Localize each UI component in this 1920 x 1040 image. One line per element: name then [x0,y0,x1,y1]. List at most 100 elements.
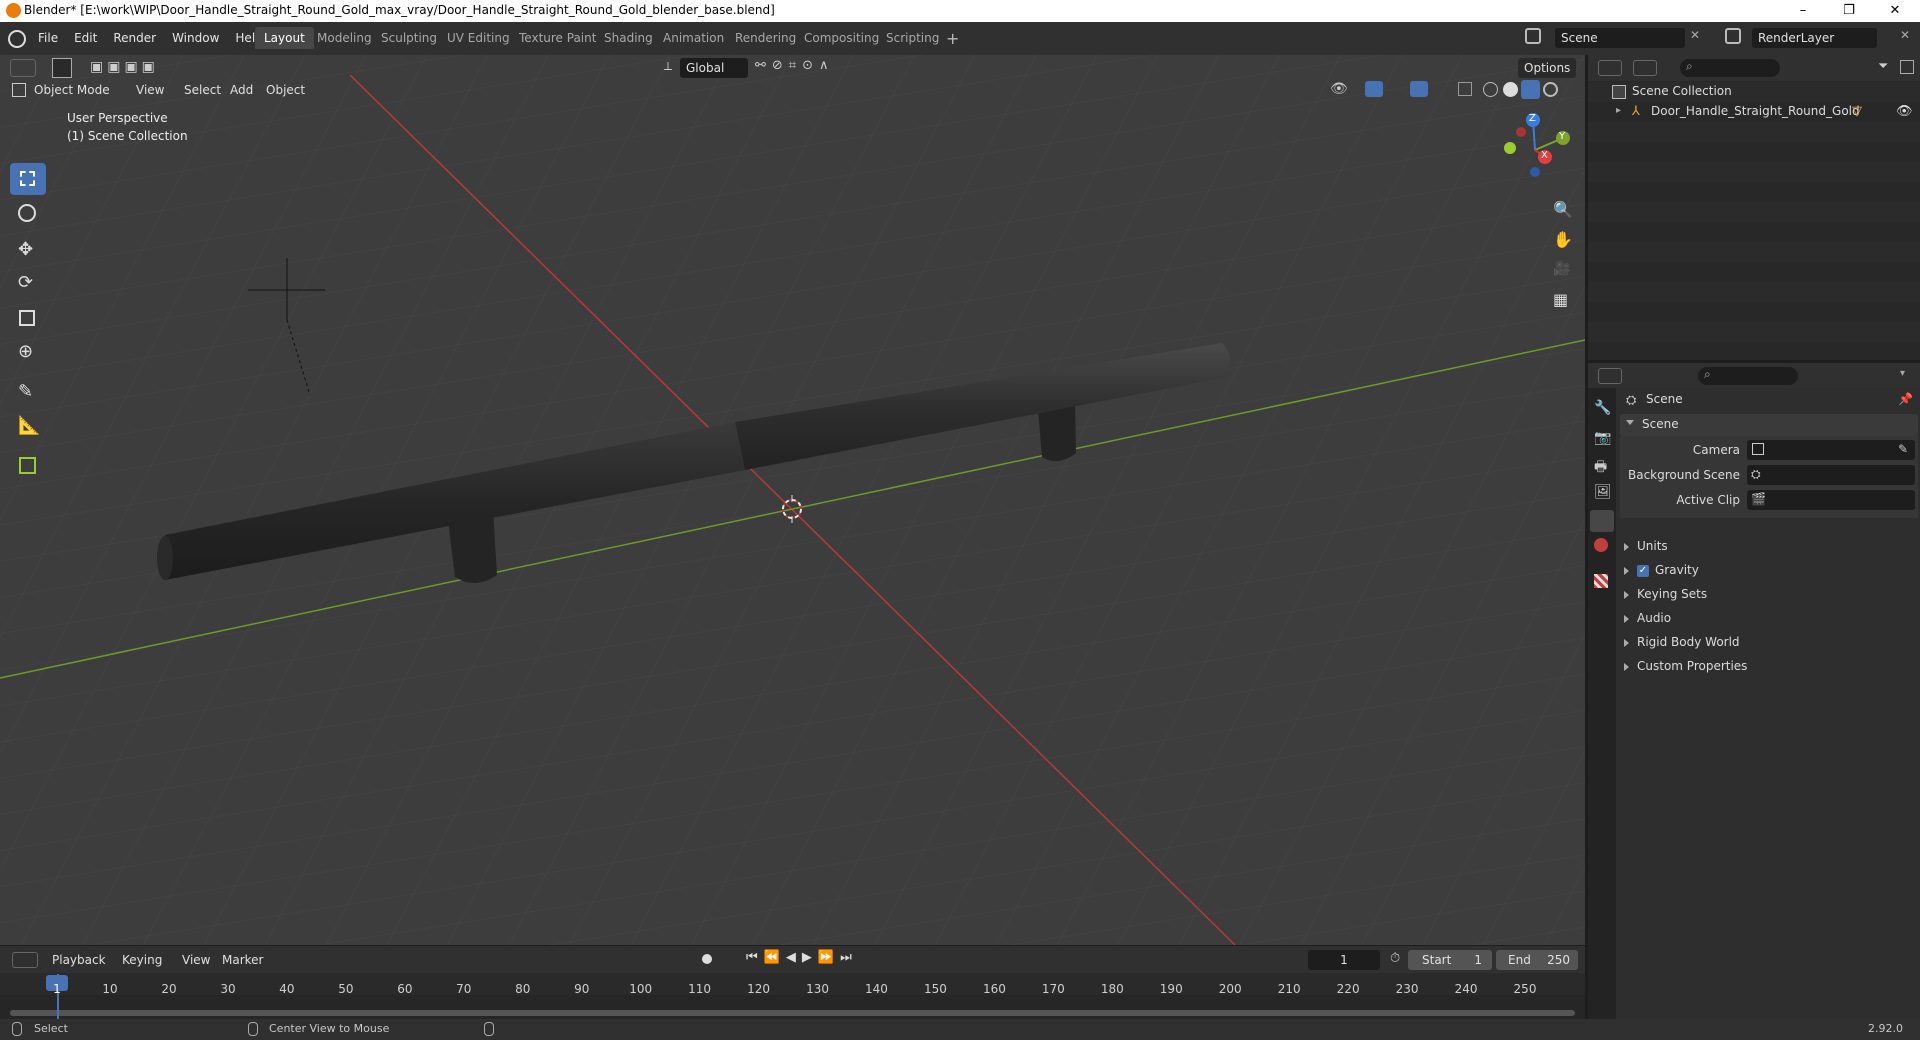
scene-panel-header[interactable]: Scene [1620,414,1918,436]
playback-controls-icon[interactable]: ⏮⏪◀▶⏩⏭ [746,950,858,965]
tab-layout[interactable]: Layout [255,27,314,49]
viewport-menu-select[interactable]: Select [178,80,227,100]
chevron-down-icon[interactable]: ▾ [1900,368,1905,379]
rotate-tool[interactable]: ⟳ [10,269,46,301]
start-frame-field[interactable]: Start 1 [1408,950,1492,970]
filter-icon[interactable]: ⏷ [1878,59,1888,74]
render-layer-field[interactable]: RenderLayer [1752,28,1877,48]
gizmo-toggle-icon[interactable] [1365,81,1383,97]
properties-editor-type-icon[interactable] [1598,368,1622,384]
tab-texture-paint[interactable]: Texture Paint [510,27,605,49]
viewport-menu-object[interactable]: Object [260,80,311,100]
scene-name-field[interactable]: Scene [1555,28,1685,48]
eyedropper-icon[interactable]: ✎ [1898,442,1908,456]
view-layer-icon[interactable] [1725,28,1741,44]
3d-viewport[interactable]: Z Y X 🔍 ✋ 🎥 ▦ User Perspective (1) Scene… [0,55,1585,945]
tab-shading[interactable]: Shading [595,27,662,49]
expand-arrow-icon[interactable]: ▸ [1616,105,1621,116]
units-panel-header[interactable]: Units [1624,536,1668,556]
measure-tool[interactable]: 📐 [10,411,46,443]
cursor-tool[interactable] [10,197,46,229]
tab-animation[interactable]: Animation [654,27,733,49]
world-tab-icon[interactable] [1594,538,1608,552]
timeline-scrollbar[interactable] [10,1010,1575,1016]
camera-field[interactable] [1747,440,1915,460]
blender-menu-icon[interactable] [8,30,26,48]
xray-toggle-icon[interactable] [1458,82,1472,96]
background-scene-field[interactable] [1747,465,1915,485]
maximize-button[interactable]: ❐ [1826,0,1872,22]
scene-selector-icon[interactable] [1525,28,1541,44]
timeline-editor-type-icon[interactable] [12,952,38,968]
viewport-menu-add[interactable]: Add [224,80,259,100]
output-tab-icon[interactable]: 🖶 [1594,456,1607,480]
shading-wireframe-icon[interactable] [1483,82,1498,97]
pan-hand-icon[interactable]: ✋ [1553,230,1573,249]
options-dropdown[interactable]: Options [1518,58,1577,78]
transform-tool[interactable]: ⊕ [10,337,46,369]
outliner-search-input[interactable] [1680,59,1780,77]
transform-orientation-dropdown[interactable]: Global [680,58,748,78]
ortho-grid-icon[interactable]: ▦ [1553,290,1568,309]
shading-rendered-icon[interactable] [1543,82,1558,97]
tab-rendering[interactable]: Rendering [726,27,805,49]
tab-modeling[interactable]: Modeling [308,27,381,49]
active-clip-field[interactable] [1747,490,1915,510]
render-tab-icon[interactable]: 📷 [1594,430,1611,446]
tab-uv-editing[interactable]: UV Editing [438,27,519,49]
camera-view-icon[interactable]: 🎥 [1553,261,1570,277]
scene-close-icon[interactable]: ✕ [1690,28,1700,42]
select-box-tool[interactable] [10,163,46,195]
visibility-eye-icon[interactable]: 👁 [1330,81,1348,97]
editor-type-icon[interactable] [10,59,36,77]
shading-material-icon[interactable] [1521,80,1540,99]
timeline-menu-view[interactable]: View [176,950,216,970]
outliner-row-scene-collection[interactable]: Scene Collection [1588,82,1920,102]
view-layer-tab-icon[interactable]: 🖼 [1594,484,1612,500]
menu-window[interactable]: Window [164,22,227,55]
playhead-marker[interactable] [46,975,68,991]
new-collection-icon[interactable] [1900,60,1914,74]
timeline-menu-marker[interactable]: Marker [216,950,269,970]
render-layer-close-icon[interactable]: ✕ [1900,28,1910,42]
keying-sets-panel-header[interactable]: Keying Sets [1624,584,1707,604]
overlay-toggle-icon[interactable] [1410,81,1428,97]
tool-tab-icon[interactable]: 🔧 [1594,400,1611,416]
timeline-menu-keying[interactable]: Keying [116,950,168,970]
display-mode-icon[interactable] [1633,60,1657,76]
end-frame-field[interactable]: End 250 [1496,950,1578,970]
gravity-panel-header[interactable]: ✓ Gravity [1624,560,1699,580]
current-frame-field[interactable]: 1 [1308,950,1380,970]
move-tool[interactable]: ✥ [10,235,46,267]
select-mode-icon[interactable] [52,58,72,78]
minimize-button[interactable]: – [1780,0,1826,22]
audio-panel-header[interactable]: Audio [1624,608,1671,628]
menu-edit[interactable]: Edit [66,22,105,55]
custom-properties-panel-header[interactable]: Custom Properties [1624,656,1747,676]
mode-dropdown[interactable]: Object Mode [28,80,120,100]
close-button[interactable]: ✕ [1872,0,1918,22]
tab-compositing[interactable]: Compositing [795,27,888,49]
rigid-body-world-panel-header[interactable]: Rigid Body World [1624,632,1740,652]
add-workspace-icon[interactable]: + [946,29,959,48]
shading-solid-icon[interactable] [1503,82,1518,97]
outliner-row-object[interactable]: ▸ ⅄ Door_Handle_Straight_Round_Gold ▽ 👁 [1588,102,1920,122]
record-icon[interactable] [702,954,712,964]
annotate-tool[interactable]: ✎ [10,377,46,409]
tab-sculpting[interactable]: Sculpting [372,27,446,49]
menu-file[interactable]: File [30,22,66,55]
scale-tool[interactable] [10,303,46,335]
add-cube-tool[interactable] [10,451,46,483]
viewport-menu-view[interactable]: View [130,80,170,100]
pin-icon[interactable]: 📌 [1898,392,1913,406]
frame-ruler[interactable] [0,973,1585,995]
gravity-checkbox[interactable]: ✓ [1637,564,1649,577]
outliner-editor-type-icon[interactable] [1598,60,1622,76]
menu-render[interactable]: Render [105,22,164,55]
zoom-icon[interactable]: 🔍 [1553,200,1573,219]
tab-scripting[interactable]: Scripting [877,27,948,49]
visibility-eye-icon[interactable]: 👁 [1896,104,1913,119]
properties-search-input[interactable] [1698,367,1798,385]
navigation-gizmo[interactable]: Z Y X [1495,110,1575,190]
clock-icon[interactable]: ⏱ [1390,951,1400,966]
